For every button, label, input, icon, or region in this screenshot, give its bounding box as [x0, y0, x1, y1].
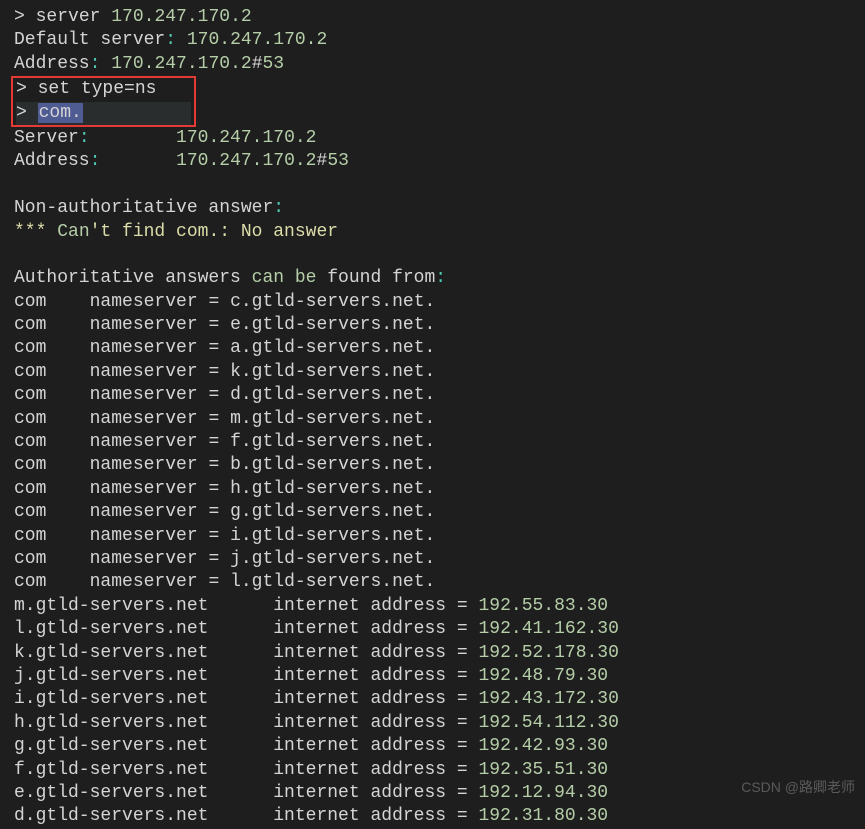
cmd-line-com: > com.	[16, 102, 191, 125]
nameserver-row: com nameserver = a.gtld-servers.net.	[14, 337, 865, 360]
nameserver-row: com nameserver = m.gtld-servers.net.	[14, 408, 865, 431]
nameserver-row: com nameserver = e.gtld-servers.net.	[14, 314, 865, 337]
address-row: k.gtld-servers.net internet address = 19…	[14, 642, 865, 665]
nameserver-row: com nameserver = h.gtld-servers.net.	[14, 478, 865, 501]
address-row: i.gtld-servers.net internet address = 19…	[14, 688, 865, 711]
nameserver-row: com nameserver = g.gtld-servers.net.	[14, 501, 865, 524]
non-auth-error: *** Can't find com.: No answer	[14, 221, 865, 244]
nameserver-row: com nameserver = i.gtld-servers.net.	[14, 525, 865, 548]
address-line-1: Address: 170.247.170.2#53	[14, 53, 865, 76]
default-server-line: Default server: 170.247.170.2	[14, 29, 865, 52]
address-list: m.gtld-servers.net internet address = 19…	[14, 595, 865, 829]
non-auth-header: Non-authoritative answer:	[14, 197, 865, 220]
address-row: g.gtld-servers.net internet address = 19…	[14, 735, 865, 758]
nameserver-row: com nameserver = c.gtld-servers.net.	[14, 291, 865, 314]
nameserver-row: com nameserver = j.gtld-servers.net.	[14, 548, 865, 571]
blank-line	[14, 244, 865, 267]
terminal-output: > server 170.247.170.2 Default server: 1…	[14, 6, 865, 829]
nameserver-row: com nameserver = b.gtld-servers.net.	[14, 454, 865, 477]
nameserver-row: com nameserver = l.gtld-servers.net.	[14, 571, 865, 594]
address-row: l.gtld-servers.net internet address = 19…	[14, 618, 865, 641]
nameserver-row: com nameserver = f.gtld-servers.net.	[14, 431, 865, 454]
address-row: h.gtld-servers.net internet address = 19…	[14, 712, 865, 735]
address-line-2: Address: 170.247.170.2#53	[14, 150, 865, 173]
nameserver-row: com nameserver = d.gtld-servers.net.	[14, 384, 865, 407]
watermark: CSDN @路卿老师	[741, 778, 855, 796]
address-row: j.gtld-servers.net internet address = 19…	[14, 665, 865, 688]
address-row: m.gtld-servers.net internet address = 19…	[14, 595, 865, 618]
nameserver-row: com nameserver = k.gtld-servers.net.	[14, 361, 865, 384]
nameserver-list: com nameserver = c.gtld-servers.net.com …	[14, 291, 865, 595]
cmd-line-server: > server 170.247.170.2	[14, 6, 865, 29]
address-row: e.gtld-servers.net internet address = 19…	[14, 782, 865, 805]
blank-line	[14, 174, 865, 197]
highlighted-commands: > set type=ns > com.	[11, 76, 196, 127]
cmd-line-set-type: > set type=ns	[16, 78, 191, 101]
server-line: Server: 170.247.170.2	[14, 127, 865, 150]
address-row: d.gtld-servers.net internet address = 19…	[14, 805, 865, 828]
auth-header: Authoritative answers can be found from:	[14, 267, 865, 290]
address-row: f.gtld-servers.net internet address = 19…	[14, 759, 865, 782]
